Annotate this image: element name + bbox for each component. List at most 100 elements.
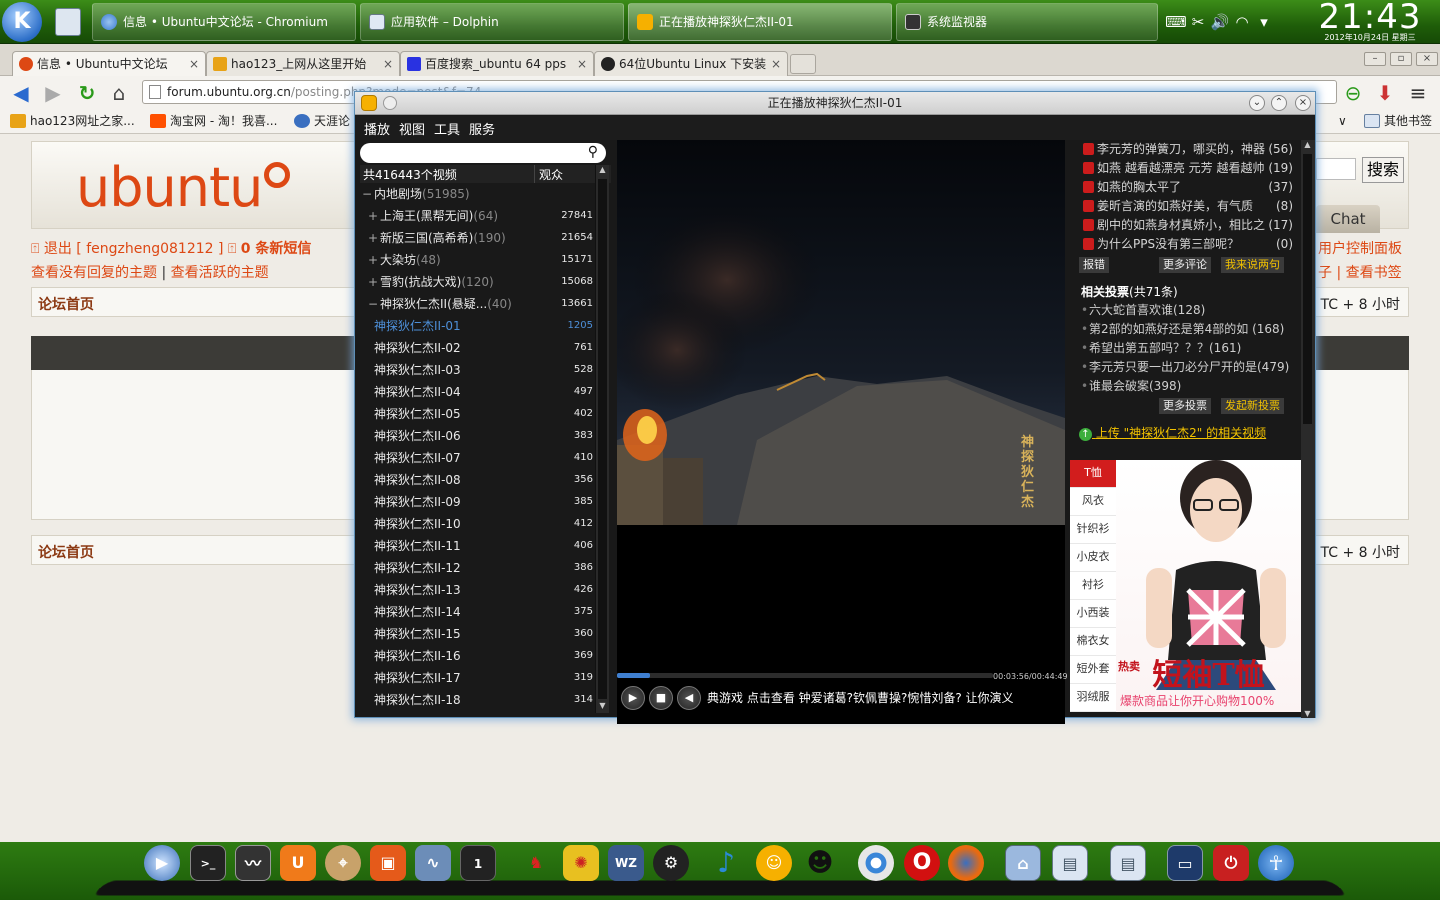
close-tab-icon[interactable]: × [383, 52, 393, 76]
ad-category-tab[interactable]: T恤 [1070, 460, 1116, 488]
download-icon[interactable]: ⬇ [1372, 80, 1398, 106]
home-folder-icon[interactable]: ⌂ [1005, 845, 1041, 881]
menu-play[interactable]: 播放 [364, 119, 390, 138]
breadcrumb-home[interactable]: 论坛首页 [38, 294, 94, 314]
wifi-icon[interactable]: ◠ [1231, 8, 1253, 36]
tab-baidu[interactable]: 百度搜索_ubuntu 64 pps × [400, 51, 594, 76]
show-desktop-icon[interactable] [55, 8, 81, 36]
task-chromium[interactable]: 信息 • Ubuntu中文论坛 - Chromium [92, 3, 356, 41]
wz2100-icon[interactable]: WZ [608, 845, 644, 881]
ad-category-tab[interactable]: 羽绒服 [1070, 684, 1116, 712]
collapse-icon[interactable]: − [360, 183, 374, 205]
episode-row[interactable]: 神探狄仁杰II-15 360 [360, 623, 593, 645]
tab-ubuntu-linux[interactable]: 64位Ubuntu Linux 下安装 × [594, 51, 788, 76]
search-icon[interactable]: ⚲ [588, 144, 598, 160]
episode-row[interactable]: 神探狄仁杰II-14 375 [360, 601, 593, 623]
vote-item[interactable]: • 第2部的如燕好还是第4部的如 (168) [1081, 320, 1293, 339]
bookmarks-link[interactable]: 子 | 查看书签 [1318, 265, 1402, 281]
episode-row[interactable]: 神探狄仁杰II-01 1205 [360, 315, 593, 337]
scroll-up-icon[interactable]: ▲ [596, 165, 609, 177]
qq-icon[interactable]: ☻ [802, 845, 838, 881]
reload-icon[interactable]: ↻ [74, 80, 100, 106]
game-icon[interactable]: ✺ [563, 845, 599, 881]
chromium-dock-icon[interactable] [858, 845, 894, 881]
vote-item[interactable]: • 六大蛇首喜欢谁(128) [1081, 301, 1293, 320]
close-window-button[interactable]: × [1416, 52, 1438, 66]
forward-icon[interactable]: ▶ [40, 80, 66, 106]
new-vote-button[interactable]: 发起新投票 [1221, 398, 1284, 414]
video-search-input[interactable]: ⚲ [360, 143, 606, 163]
scroll-down-icon[interactable]: ▼ [596, 701, 609, 713]
maximize-button[interactable]: ▫ [1390, 52, 1412, 66]
ad-category-tab[interactable]: 棉衣女 [1070, 628, 1116, 656]
clock[interactable]: 21:43 2012年10月24日 星期三 [1300, 0, 1440, 43]
menu-view[interactable]: 视图 [399, 119, 425, 138]
bookmark-overflow-icon[interactable]: ∨ [1338, 112, 1347, 130]
display-icon[interactable]: ▭ [1167, 845, 1203, 881]
scroll-up-icon[interactable]: ▲ [1301, 140, 1314, 149]
comment-item[interactable]: 为什么PPS没有第三部呢？ (0) [1079, 235, 1293, 254]
ubuntu-one-icon[interactable]: U [280, 845, 316, 881]
episode-row[interactable]: 神探狄仁杰II-16 369 [360, 645, 593, 667]
kde-menu-button[interactable]: K [2, 2, 42, 42]
volume-icon[interactable]: 🔊 [1209, 8, 1231, 36]
seek-bar[interactable] [617, 673, 993, 678]
episode-row[interactable]: 神探狄仁杰II-11 406 [360, 535, 593, 557]
scroll-down-icon[interactable]: ▼ [1301, 709, 1314, 718]
file-manager-icon[interactable]: ▤ [1052, 845, 1088, 881]
logout-link[interactable]: 退出 [ fengzheng081212 ] [44, 241, 224, 257]
ad-category-tab[interactable]: 针织衫 [1070, 516, 1116, 544]
comment-item[interactable]: 姜昕言演的如燕好美，有气质 (8) [1079, 197, 1293, 216]
menu-service[interactable]: 服务 [469, 119, 495, 138]
episode-row[interactable]: 神探狄仁杰II-18 314 [360, 689, 593, 711]
forum-search-input[interactable] [1316, 158, 1356, 180]
tab-ubuntu-forum[interactable]: 信息 • Ubuntu中文论坛 × [12, 51, 206, 76]
upload-link[interactable]: ↑ 上传 "神探狄仁杰2" 的相关视频 [1079, 424, 1266, 441]
forum-search-button[interactable]: 搜索 [1362, 157, 1404, 183]
ubuntu-logo[interactable]: ubuntu [76, 156, 291, 219]
episode-row[interactable]: 神探狄仁杰II-17 319 [360, 667, 593, 689]
control-panel-link[interactable]: 用户控制面板 [1318, 241, 1402, 257]
show-row[interactable]: + 上海王(黑帮无间)(64) 27841 [360, 205, 593, 227]
accessibility-icon[interactable]: ☥ [1258, 845, 1294, 881]
play-button[interactable]: ▶ [621, 686, 645, 710]
pps-dock-icon[interactable]: ☺ [756, 845, 792, 881]
volume-button[interactable]: ◀ [677, 686, 701, 710]
close-tab-icon[interactable]: × [189, 52, 199, 76]
rabbit-icon[interactable]: ⌖ [325, 845, 361, 881]
task-pps[interactable]: 正在播放神探狄仁杰II-01 [628, 3, 892, 41]
episode-row[interactable]: 神探狄仁杰II-06 383 [360, 425, 593, 447]
home-icon[interactable]: ⌂ [106, 80, 132, 106]
ad-banner[interactable]: T恤 风衣 针织衫 小皮衣 衬衫 小西装 棉衣女 短外套 羽绒服 热卖 短袖T恤 爆款商品让你开… [1070, 460, 1301, 712]
firefox-icon[interactable] [948, 845, 984, 881]
show-row[interactable]: − 神探狄仁杰II(悬疑...(40) 13661 [360, 293, 593, 315]
comment-item[interactable]: 李元芳的弹簧刀，哪买的，神器 (56) [1079, 140, 1293, 159]
episode-row[interactable]: 神探狄仁杰II-12 386 [360, 557, 593, 579]
ad-category-tab[interactable]: 衬衫 [1070, 572, 1116, 600]
ad-category-tab[interactable]: 小西装 [1070, 600, 1116, 628]
breadcrumb-home-bottom[interactable]: 论坛首页 [38, 542, 94, 562]
gear-ball-icon[interactable]: ⚙ [653, 845, 689, 881]
scroll-thumb[interactable] [1303, 154, 1312, 424]
bookmark-taobao[interactable]: 淘宝网 - 淘！我喜... [148, 112, 277, 130]
comment-item[interactable]: 如燕 越看越漂亮 元芳 越看越帅 (19) [1079, 159, 1293, 178]
show-row[interactable]: + 新版三国(高希希)(190) 21654 [360, 227, 593, 249]
bookmark-tianya[interactable]: 天涯论 [292, 112, 350, 130]
close-tab-icon[interactable]: × [771, 52, 781, 76]
music-note-icon[interactable]: ♪ [708, 845, 744, 881]
pin-icon[interactable] [383, 96, 397, 110]
menu-icon[interactable]: ≡ [1405, 80, 1431, 106]
side-scrollbar[interactable]: ▲ ▼ [1301, 140, 1315, 718]
more-votes-button[interactable]: 更多投票 [1159, 398, 1211, 414]
keyboard-icon[interactable]: ⌨ [1165, 8, 1187, 36]
expand-icon[interactable]: + [366, 227, 380, 249]
episode-row[interactable]: 神探狄仁杰II-04 497 [360, 381, 593, 403]
close-tab-icon[interactable]: × [577, 52, 587, 76]
episode-row[interactable]: 神探狄仁杰II-09 385 [360, 491, 593, 513]
episode-row[interactable]: 神探狄仁杰II-07 410 [360, 447, 593, 469]
collapse-icon[interactable]: − [366, 293, 380, 315]
maximize-icon[interactable]: ⌃ [1271, 95, 1287, 111]
ad-image[interactable]: 热卖 短袖T恤 爆款商品让你开心购物100% [1116, 460, 1301, 712]
stop-button[interactable]: ■ [649, 686, 673, 710]
media-player-icon[interactable]: ▶ [144, 845, 180, 881]
